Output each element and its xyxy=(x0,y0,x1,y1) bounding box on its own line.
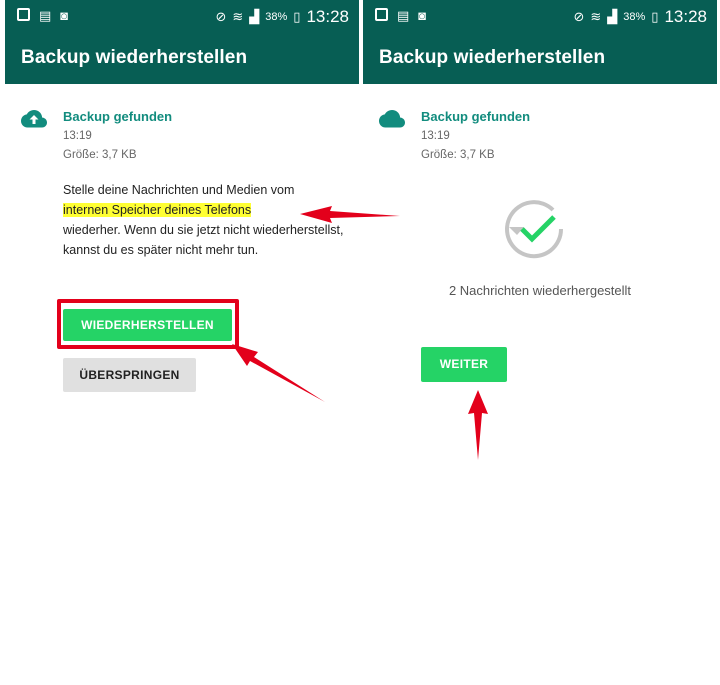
mute-icon: ⊘ xyxy=(215,8,227,24)
description-part2: wiederher. Wenn du sie jetzt nicht wiede… xyxy=(63,223,344,257)
restore-content: Backup gefunden 13:19 Größe: 3,7 KB Stel… xyxy=(5,84,359,685)
description-part1: Stelle deine Nachrichten und Medien vom xyxy=(63,183,295,197)
wifi-icon: ≋ xyxy=(232,8,244,24)
restore-button[interactable]: WIEDERHERSTELLEN xyxy=(63,309,232,341)
gallery-notification-icon xyxy=(17,8,30,21)
description-highlight: internen Speicher deines Telefons xyxy=(63,203,252,217)
gallery-notification-icon xyxy=(375,8,388,21)
backup-found-label: Backup gefunden xyxy=(421,109,531,124)
backup-time: 13:19 xyxy=(421,130,450,142)
clock: 13:28 xyxy=(306,7,349,26)
signal-icon: ▟ xyxy=(607,8,618,24)
page-title: Backup wiederherstellen xyxy=(379,47,606,68)
wifi-icon: ≋ xyxy=(590,8,602,24)
battery-percent: 38% xyxy=(265,10,288,23)
status-bar: ▤ ◙ ⊘ ≋ ▟ 38% ▯ 13:28 xyxy=(5,0,359,33)
clock: 13:28 xyxy=(664,7,707,26)
battery-icon: ▯ xyxy=(293,8,301,24)
backup-found-label: Backup gefunden xyxy=(63,109,173,124)
mute-icon: ⊘ xyxy=(573,8,585,24)
screen-restore-prompt: ▤ ◙ ⊘ ≋ ▟ 38% ▯ 13:28 Backup wiederherst… xyxy=(5,0,359,685)
check-circle-icon xyxy=(505,200,564,259)
backup-size: Größe: 3,7 KB xyxy=(421,149,495,161)
restored-message: 2 Nachrichten wiederhergestellt xyxy=(448,283,632,298)
backup-time: 13:19 xyxy=(63,130,92,142)
restore-description: Stelle deine Nachrichten und Medien vom … xyxy=(63,180,353,260)
battery-percent: 38% xyxy=(623,10,646,23)
continue-button[interactable]: WEITER xyxy=(421,347,507,382)
cloud-icon xyxy=(379,110,405,128)
signal-icon: ▟ xyxy=(249,8,260,24)
page-title: Backup wiederherstellen xyxy=(21,47,248,68)
app-bar: Backup wiederherstellen xyxy=(363,33,717,84)
restore-done-content: Backup gefunden 13:19 Größe: 3,7 KB 2 Na… xyxy=(363,84,717,685)
document-notification-icon: ▤ xyxy=(39,8,52,23)
cloud-upload-icon xyxy=(21,110,47,128)
photo-notification-icon: ◙ xyxy=(418,8,427,23)
photo-notification-icon: ◙ xyxy=(60,8,69,23)
backup-size: Größe: 3,7 KB xyxy=(63,149,137,161)
document-notification-icon: ▤ xyxy=(397,8,410,23)
status-bar: ▤ ◙ ⊘ ≋ ▟ 38% ▯ 13:28 xyxy=(363,0,717,33)
app-bar: Backup wiederherstellen xyxy=(5,33,359,84)
battery-icon: ▯ xyxy=(651,8,659,24)
screen-restore-done: ▤ ◙ ⊘ ≋ ▟ 38% ▯ 13:28 Backup wiederherst… xyxy=(363,0,717,685)
skip-button[interactable]: ÜBERSPRINGEN xyxy=(63,358,196,392)
